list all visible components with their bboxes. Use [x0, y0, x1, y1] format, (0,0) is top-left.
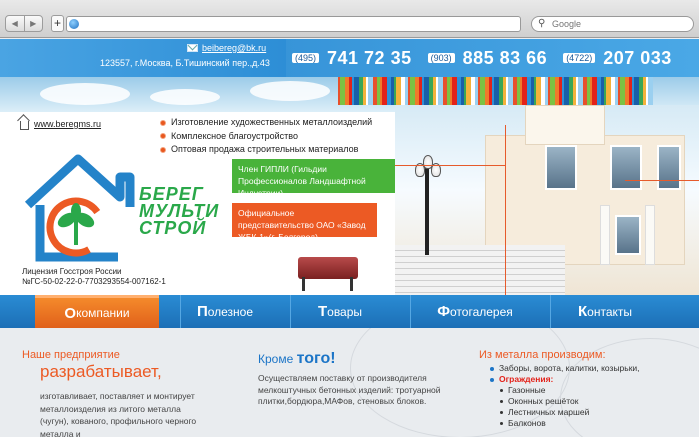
phone-number: 885 83 66 — [462, 47, 548, 68]
nav-about[interactable]: О компании — [35, 295, 159, 328]
nav-label: онтакты — [587, 304, 632, 319]
browser-toolbar: ◀ ▶ + ⚲ — [0, 0, 699, 38]
list-item-label: Газонные — [508, 385, 546, 395]
phone-code: (495) — [292, 53, 320, 63]
logo-text: БЕРЕГ МУЛЬТИ СТРОЙ — [139, 185, 219, 238]
services-list: Изготовление художественных металлоиздел… — [160, 116, 372, 157]
phone-2: (903) 885 83 66 — [427, 47, 548, 69]
bullet-icon — [500, 411, 503, 414]
nav-buttons: ◀ ▶ — [5, 15, 43, 32]
list-item: Ограждения: — [490, 374, 640, 385]
phone-1: (495) 741 72 35 — [292, 48, 412, 69]
color-stripes — [338, 77, 699, 105]
besides-heading: Кроме того! — [258, 350, 336, 368]
new-tab-button[interactable]: + — [51, 15, 64, 32]
phone-list: (495) 741 72 35 (903) 885 83 66 (4722) 2… — [292, 39, 688, 77]
search-icon: ⚲ — [538, 18, 546, 29]
about-heading: Наше предприятие — [22, 349, 120, 361]
logo-icon[interactable] — [18, 147, 138, 267]
besides-text: Осуществляем поставку от производителя м… — [258, 373, 441, 406]
nav-label: олезное — [207, 304, 254, 319]
address-bar[interactable] — [66, 16, 521, 32]
besides-heading-b: того! — [296, 350, 336, 367]
house-photo — [395, 105, 699, 295]
nav-label: отогалерея — [450, 304, 513, 319]
mail-icon — [187, 44, 198, 52]
bullet-icon — [500, 389, 503, 392]
content-area: Наше предприятие разрабатывает, изготавл… — [0, 328, 699, 437]
zhbk-badge: Официальное представительство ОАО «Завод… — [232, 203, 377, 242]
bullet-icon — [500, 400, 503, 403]
contact-block: beibereg@bk.ru 123557, г.Москва, Б.Тишин… — [0, 39, 286, 77]
list-item-label: Оконных решёток — [508, 396, 579, 406]
email-text[interactable]: beibereg@bk.ru — [202, 43, 266, 53]
email-link[interactable]: beibereg@bk.ru — [187, 43, 266, 53]
list-item-label: Лестничных маршей — [508, 407, 590, 417]
site-url[interactable]: www.beregms.ru — [34, 119, 101, 129]
list-item-label: Заборы, ворота, калитки, козырьки, — [499, 363, 640, 373]
nav-initial: П — [196, 303, 208, 320]
service-item: Оптовая продажа строительных материалов — [160, 143, 372, 157]
service-label: Оптовая продажа строительных материалов — [171, 144, 359, 154]
nav-initial: К — [578, 303, 588, 320]
nav-contacts[interactable]: Контакты — [560, 295, 650, 328]
nav-initial: О — [64, 304, 77, 322]
service-label: Изготовление художественных металлоиздел… — [171, 117, 373, 127]
main-nav: О компании Полезное Товары Фотогалерея К… — [0, 295, 699, 328]
nav-initial: Т — [317, 303, 328, 320]
logo-line: СТРОЙ — [139, 218, 207, 238]
list-subitem: Оконных решёток — [490, 396, 640, 407]
list-subitem: Лестничных маршей — [490, 407, 640, 418]
bullet-icon — [160, 133, 166, 140]
phone-number: 207 033 — [603, 47, 672, 68]
home-icon — [20, 121, 29, 130]
nav-useful[interactable]: Полезное — [180, 295, 270, 328]
besides-heading-a: Кроме — [258, 352, 297, 366]
site-link[interactable]: www.beregms.ru — [20, 118, 101, 130]
phone-code: (4722) — [563, 53, 596, 63]
license-number: №ГС-50-02-22-0-7703293554-007162-1 — [22, 277, 166, 286]
search-box[interactable]: ⚲ — [531, 16, 694, 32]
metal-heading: Из металла производим: — [479, 349, 606, 361]
phone-code: (903) — [427, 53, 455, 63]
nav-gallery[interactable]: Фотогалерея — [420, 295, 530, 328]
nav-label: овары — [327, 304, 363, 319]
globe-icon — [69, 19, 79, 29]
bullet-icon — [490, 366, 494, 371]
phone-3: (4722) 207 033 — [563, 48, 672, 69]
bullet-icon — [500, 422, 503, 425]
list-item-label: Балконов — [508, 418, 546, 428]
license-info: Лицензия Госстроя России №ГС-50-02-22-0-… — [22, 267, 166, 287]
about-text: изготавливает, поставляет и монтирует ме… — [40, 391, 197, 437]
list-item-label: Ограждения: — [499, 374, 554, 384]
list-subitem: Балконов — [490, 418, 640, 429]
license-title: Лицензия Госстроя России — [22, 267, 122, 276]
list-item: Заборы, ворота, калитки, козырьки, — [490, 363, 640, 374]
service-item: Изготовление художественных металлоиздел… — [160, 116, 372, 130]
metal-list: Заборы, ворота, калитки, козырьки, Ограж… — [490, 363, 640, 429]
about-subheading: разрабатывает, — [40, 362, 162, 381]
address: 123557, г.Москва, Б.Тишинский пер.,д.43 — [100, 58, 270, 68]
service-item: Комплексное благоустройство — [160, 130, 372, 144]
bullet-icon — [160, 146, 166, 153]
back-button[interactable]: ◀ — [6, 16, 25, 31]
nav-products[interactable]: Товары — [295, 295, 385, 328]
bullet-icon — [160, 119, 166, 126]
forward-button[interactable]: ▶ — [25, 16, 43, 31]
hero-banner: www.beregms.ru Изготовление художественн… — [0, 77, 699, 295]
list-subitem: Газонные — [490, 385, 640, 396]
nav-label: компании — [76, 306, 130, 320]
site-header: beibereg@bk.ru 123557, г.Москва, Б.Тишин… — [0, 39, 699, 77]
phone-number: 741 72 35 — [327, 47, 412, 68]
bench-image — [298, 257, 358, 279]
bullet-icon — [490, 377, 494, 382]
service-label: Комплексное благоустройство — [171, 130, 298, 141]
nav-initial: Ф — [437, 303, 451, 320]
gipli-badge: Член ГИПЛИ (Гильдии Профессионалов Ландш… — [232, 159, 400, 198]
search-input[interactable] — [552, 17, 682, 31]
